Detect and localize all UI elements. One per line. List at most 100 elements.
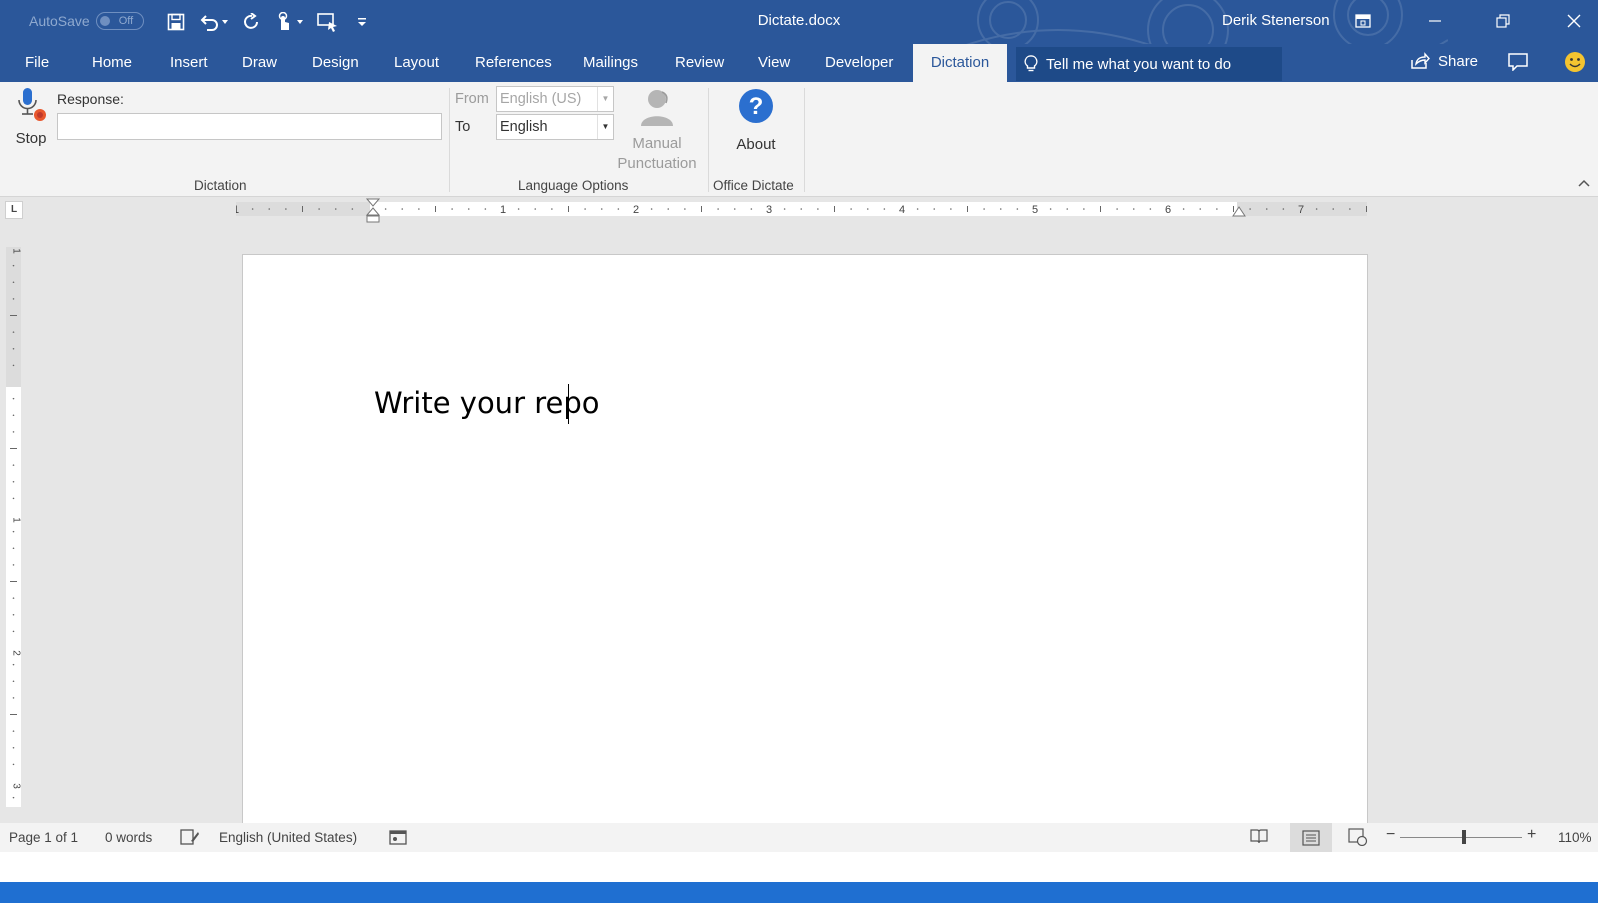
close-icon[interactable] — [1551, 4, 1597, 38]
ruler-tick — [817, 208, 819, 210]
tell-me-text: Tell me what you want to do — [1046, 55, 1232, 73]
tab-review[interactable]: Review — [675, 44, 724, 82]
ruler-tick — [750, 208, 753, 210]
ruler-number: 4 — [899, 204, 905, 216]
ruler-tick — [12, 613, 15, 616]
bottom-spacer — [0, 852, 1598, 882]
vertical-ruler[interactable]: 1 1 2 3 — [6, 247, 21, 807]
share-icon — [1411, 52, 1430, 69]
ribbon-dictation: Stop Response: Dictation From English (U… — [0, 82, 1598, 197]
tab-file[interactable]: File — [25, 44, 49, 82]
ruler-tick — [1116, 208, 1118, 210]
ruler-tick — [551, 208, 553, 210]
from-label: From — [455, 91, 489, 107]
tab-dictation[interactable]: Dictation — [913, 44, 1007, 82]
stop-button[interactable]: Stop — [10, 86, 52, 156]
ruler-tick — [684, 208, 686, 210]
ruler-tick — [467, 208, 470, 210]
ruler-tick — [850, 208, 852, 210]
ruler-tick — [12, 331, 15, 333]
tab-design[interactable]: Design — [312, 44, 359, 82]
minimize-icon[interactable] — [1412, 4, 1458, 38]
user-name[interactable]: Derik Stenerson — [1222, 12, 1330, 29]
zoom-in-button[interactable]: + — [1527, 826, 1536, 844]
first-line-indent-marker[interactable] — [366, 198, 380, 224]
ruler-number: 1 — [11, 248, 22, 254]
to-language-select[interactable]: English ▼ — [496, 114, 614, 140]
chevron-down-icon: ▼ — [597, 87, 613, 111]
read-mode-icon[interactable] — [1250, 828, 1268, 847]
ruler-tick — [384, 208, 387, 210]
tab-developer[interactable]: Developer — [825, 44, 893, 82]
ruler-tick — [999, 208, 1002, 210]
word-count[interactable]: 0 words — [105, 830, 152, 845]
ruler-tick — [800, 208, 803, 210]
ruler-tick — [1199, 208, 1202, 210]
ruler-tick — [351, 208, 354, 210]
ruler-tick — [12, 480, 15, 483]
share-button[interactable]: Share — [1410, 52, 1478, 70]
page-count[interactable]: Page 1 of 1 — [9, 830, 78, 845]
ruler-tick — [318, 208, 320, 210]
stop-label: Stop — [15, 130, 47, 147]
comments-icon[interactable] — [1508, 53, 1528, 74]
tell-me-search[interactable]: Tell me what you want to do — [1016, 47, 1282, 81]
web-layout-icon[interactable] — [1348, 828, 1368, 849]
ruler-tick — [12, 680, 15, 683]
about-label: About — [736, 136, 776, 153]
zoom-slider[interactable] — [1400, 830, 1522, 844]
group-separator — [449, 88, 450, 192]
print-layout-icon[interactable] — [1290, 823, 1332, 852]
tab-home[interactable]: Home — [92, 44, 132, 82]
zoom-out-button[interactable]: − — [1386, 826, 1395, 844]
restore-icon[interactable] — [1480, 4, 1526, 38]
tab-references[interactable]: References — [475, 44, 552, 82]
group-separator — [804, 88, 805, 192]
ruler-tick — [12, 414, 15, 417]
proofing-icon[interactable] — [180, 828, 200, 849]
chevron-down-icon: ▼ — [597, 115, 613, 139]
ruler-tick — [667, 208, 670, 210]
response-field[interactable] — [57, 113, 442, 140]
zoom-level[interactable]: 110% — [1558, 830, 1592, 845]
ruler-tick — [783, 208, 786, 210]
ruler-tick — [1349, 208, 1351, 210]
ruler-tick — [1182, 208, 1185, 210]
ruler-tick — [983, 208, 985, 210]
manual-punctuation-button[interactable]: Manual Punctuation — [612, 86, 702, 174]
ruler-tick — [12, 746, 15, 749]
ruler-tick — [534, 208, 537, 210]
document-body-text[interactable]: Write your repo — [374, 386, 600, 420]
ruler-tick — [1332, 208, 1335, 210]
share-label: Share — [1438, 52, 1479, 70]
ruler-tick — [12, 564, 15, 566]
tab-draw[interactable]: Draw — [242, 44, 277, 82]
macro-recording-icon[interactable] — [389, 828, 407, 849]
tab-mailings[interactable]: Mailings — [583, 44, 638, 82]
feedback-smiley-icon[interactable] — [1564, 51, 1586, 76]
ruler-tick — [12, 464, 15, 466]
language-status[interactable]: English (United States) — [219, 830, 357, 845]
tab-stop-selector[interactable]: L — [5, 201, 23, 219]
tab-insert[interactable]: Insert — [170, 44, 208, 82]
lightbulb-icon — [1024, 55, 1038, 72]
tab-layout[interactable]: Layout — [394, 44, 439, 82]
ruler-tick — [950, 208, 952, 210]
collapse-ribbon-icon[interactable] — [1578, 176, 1590, 190]
document-page[interactable] — [242, 254, 1368, 824]
tab-view[interactable]: View — [758, 44, 790, 82]
ruler-tick — [12, 397, 15, 400]
zoom-slider-thumb[interactable] — [1462, 830, 1466, 844]
ruler-tick — [1132, 208, 1135, 210]
ribbon-display-options-icon[interactable] — [1340, 4, 1386, 38]
right-indent-marker[interactable] — [1232, 206, 1246, 218]
ruler-tick — [1083, 208, 1085, 210]
punctuation-label: Punctuation — [617, 155, 697, 172]
horizontal-ruler[interactable]: 1 1 2 3 4 5 6 7 — [236, 200, 1376, 220]
ruler-tick — [12, 730, 15, 732]
about-button[interactable]: ? About — [728, 88, 784, 153]
ruler-tick — [883, 208, 886, 210]
ribbon-tabs: File Home Insert Draw Design Layout Refe… — [0, 44, 1598, 82]
from-language-select[interactable]: English (US) ▼ — [496, 86, 614, 112]
group-separator — [708, 88, 709, 192]
